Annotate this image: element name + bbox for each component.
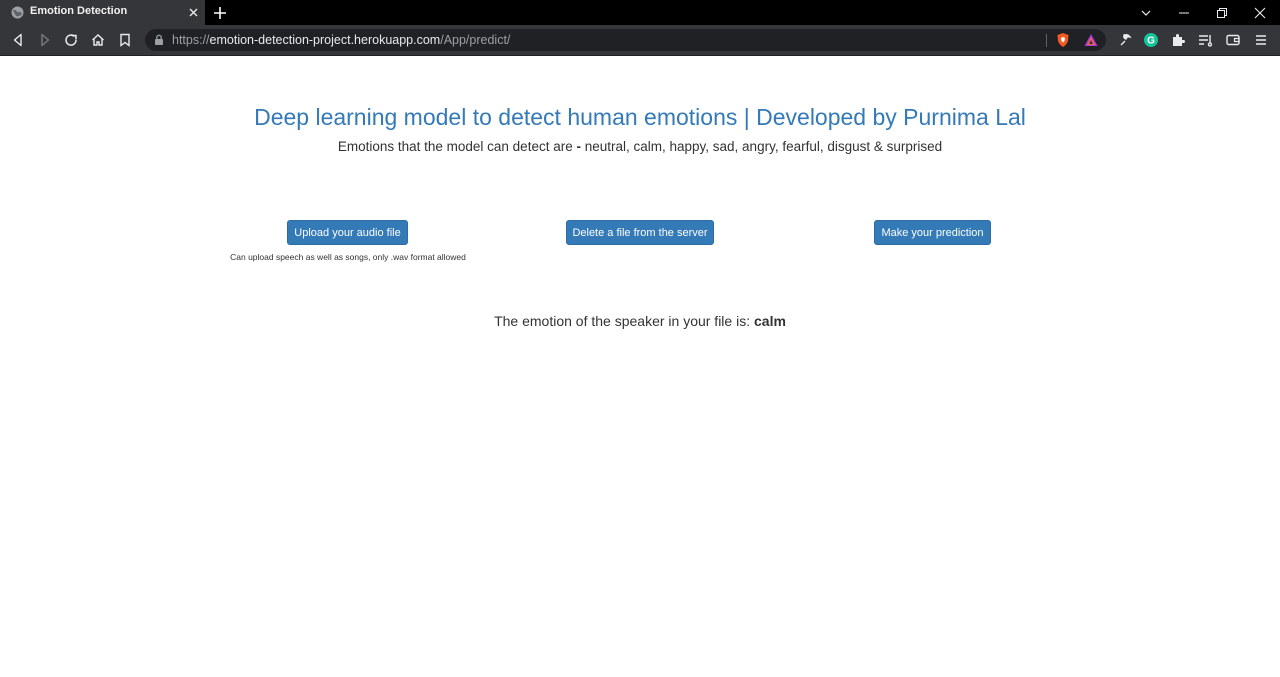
browser-toolbar: https://emotion-detection-project.heroku…	[0, 25, 1280, 56]
minimize-icon[interactable]	[1176, 5, 1192, 21]
plus-icon[interactable]	[212, 5, 228, 21]
menu-icon[interactable]	[1253, 32, 1269, 48]
subtitle-prefix: Emotions that the model can detect are	[337, 139, 577, 154]
svg-text:G: G	[1147, 36, 1155, 47]
lock-icon[interactable]	[153, 34, 165, 46]
upload-hint: Can upload speech as well as songs, only…	[230, 252, 466, 262]
puzzle-icon[interactable]	[1170, 32, 1186, 48]
delete-file-button[interactable]: Delete a file from the server	[566, 220, 714, 245]
emotion-list: neutral, calm, happy, sad, angry, fearfu…	[580, 139, 943, 154]
page-subtitle: Emotions that the model can detect are -…	[0, 139, 1280, 154]
address-bar[interactable]: https://emotion-detection-project.heroku…	[145, 29, 1106, 51]
forward-icon[interactable]	[37, 32, 53, 48]
result-label: The emotion of the speaker in your file …	[494, 313, 754, 329]
url-path: /App/predict/	[440, 33, 511, 47]
tab-title: Emotion Detection	[30, 5, 128, 17]
url-scheme: https://	[172, 33, 210, 47]
url-text[interactable]: https://emotion-detection-project.heroku…	[172, 33, 510, 47]
omnibox-divider	[1046, 34, 1047, 47]
result-emotion: calm	[754, 313, 786, 329]
reading-list-icon[interactable]	[1197, 32, 1213, 48]
prediction-result: The emotion of the speaker in your file …	[0, 313, 1280, 329]
wallet-icon[interactable]	[1225, 32, 1241, 48]
close-icon[interactable]	[187, 6, 200, 19]
back-icon[interactable]	[10, 32, 26, 48]
page-title: Deep learning model to detect human emot…	[254, 104, 1026, 130]
url-host: emotion-detection-project.herokuapp.com	[209, 33, 441, 47]
tab-emotion-detection[interactable]: Emotion Detection	[0, 0, 205, 25]
make-prediction-button[interactable]: Make your prediction	[874, 220, 991, 245]
tab-strip: Emotion Detection	[0, 0, 1280, 25]
extension-icon[interactable]	[1117, 32, 1133, 48]
chevron-down-icon[interactable]	[1138, 5, 1154, 21]
bookmark-icon[interactable]	[117, 32, 133, 48]
grammarly-icon[interactable]: G	[1143, 32, 1159, 48]
globe-icon	[11, 6, 24, 19]
close-window-icon[interactable]	[1252, 5, 1268, 21]
reload-icon[interactable]	[63, 32, 79, 48]
brave-shields-icon[interactable]	[1055, 32, 1071, 48]
upload-audio-button[interactable]: Upload your audio file	[287, 220, 408, 245]
restore-icon[interactable]	[1214, 5, 1230, 21]
home-icon[interactable]	[90, 32, 106, 48]
brave-rewards-icon[interactable]	[1083, 32, 1099, 48]
